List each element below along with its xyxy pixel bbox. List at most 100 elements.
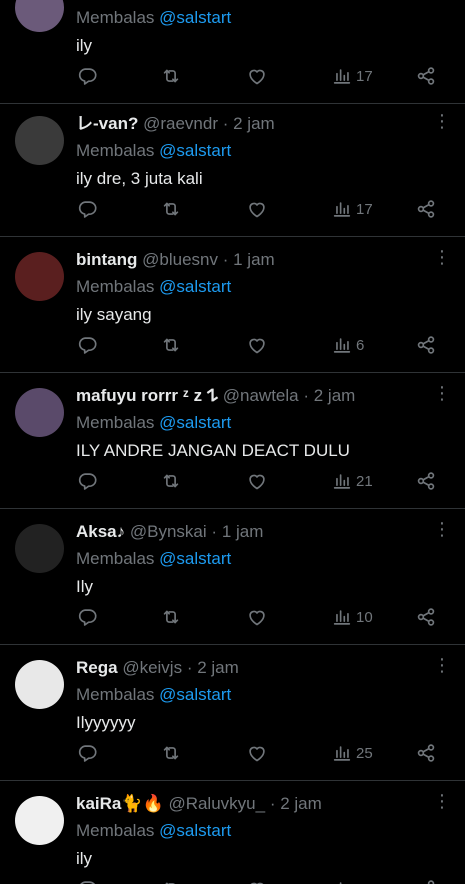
share-icon[interactable] (415, 605, 437, 629)
replying-to: Membalas @salstart (76, 685, 231, 705)
tweet-header: mafuyu rorrr ᶻ z 𐰁 @nawtela · 2 jam (76, 385, 425, 407)
separator-dot: · (222, 250, 229, 269)
views-button[interactable]: 17 (331, 197, 373, 221)
mention-link[interactable]: @salstart (159, 549, 231, 568)
replying-to: Membalas @salstart (76, 413, 231, 433)
avatar[interactable] (15, 116, 64, 165)
reply-tweet[interactable]: レ-van? @raevndr · 2 jam ⋮ Membalas @salsta… (0, 101, 465, 237)
mention-link[interactable]: @salstart (159, 277, 231, 296)
retweet-icon[interactable] (160, 877, 182, 884)
tweet-text: ily sayang (76, 305, 152, 324)
timestamp[interactable]: 2 jam (280, 794, 322, 813)
more-icon[interactable]: ⋮ (433, 247, 451, 267)
mention-link[interactable]: @salstart (159, 8, 231, 27)
replying-to: Membalas @salstart (76, 141, 231, 161)
mention-link[interactable]: @salstart (159, 821, 231, 840)
avatar[interactable] (15, 660, 64, 709)
separator-dot: · (269, 794, 276, 813)
more-icon[interactable]: ⋮ (433, 519, 451, 539)
avatar[interactable] (15, 388, 64, 437)
more-icon[interactable]: ⋮ (433, 383, 451, 403)
views-count: 17 (356, 67, 373, 85)
views-button[interactable]: 21 (331, 469, 373, 493)
share-icon[interactable] (415, 877, 437, 884)
more-icon[interactable]: ⋮ (433, 111, 451, 131)
share-icon[interactable] (415, 741, 437, 765)
replying-to: Membalas @salstart (76, 277, 231, 297)
avatar[interactable] (15, 524, 64, 573)
author-name[interactable]: Aksa♪ (76, 522, 125, 541)
mention-link[interactable]: @salstart (159, 413, 231, 432)
views-icon (331, 470, 353, 492)
avatar[interactable] (15, 252, 64, 301)
timestamp[interactable]: 1 jam (233, 250, 275, 269)
tweet-text: ILY ANDRE JANGAN DEACT DULU (76, 441, 350, 460)
comment-icon[interactable] (76, 877, 98, 884)
heart-icon[interactable] (246, 877, 268, 884)
retweet-icon[interactable] (160, 605, 182, 629)
heart-icon[interactable] (246, 64, 268, 88)
author-handle[interactable]: @keivjs (122, 658, 182, 677)
heart-icon[interactable] (246, 605, 268, 629)
timestamp[interactable]: 2 jam (233, 114, 275, 133)
author-name[interactable]: Rega (76, 658, 118, 677)
author-name[interactable]: レ-van? (76, 114, 138, 133)
heart-icon[interactable] (246, 741, 268, 765)
tweet-header: kaiRa🐈🔥 @Raluvkyu_ · 2 jam (76, 793, 425, 815)
comment-icon[interactable] (76, 741, 98, 765)
author-handle[interactable]: @raevndr (143, 114, 218, 133)
author-name[interactable]: mafuyu rorrr ᶻ z 𐰁 (76, 386, 218, 405)
reply-tweet[interactable]: mafuyu rorrr ᶻ z 𐰁 @nawtela · 2 jam ⋮ Memb… (0, 373, 465, 509)
views-button[interactable]: 17 (331, 64, 373, 88)
more-icon[interactable]: ⋮ (433, 791, 451, 811)
reply-tweet[interactable]: Rega @keivjs · 2 jam ⋮ Membalas @salstart I… (0, 645, 465, 781)
comment-icon[interactable] (76, 197, 98, 221)
views-button[interactable]: 25 (331, 741, 373, 765)
separator-dot: · (303, 386, 310, 405)
timestamp[interactable]: 2 jam (314, 386, 356, 405)
views-count: 17 (356, 200, 373, 218)
views-button[interactable]: 10 (331, 605, 373, 629)
mention-link[interactable]: @salstart (159, 685, 231, 704)
share-icon[interactable] (415, 64, 437, 88)
author-handle[interactable]: @Raluvkyu_ (168, 794, 265, 813)
author-handle[interactable]: @Bynskai (130, 522, 207, 541)
timestamp[interactable]: 2 jam (197, 658, 239, 677)
views-icon (331, 878, 353, 884)
reply-tweet[interactable]: kaiRa🐈🔥 @Raluvkyu_ · 2 jam ⋮ Membalas @sal… (0, 781, 465, 884)
avatar[interactable] (15, 0, 64, 32)
comment-icon[interactable] (76, 333, 98, 357)
retweet-icon[interactable] (160, 64, 182, 88)
mention-link[interactable]: @salstart (159, 141, 231, 160)
reply-tweet[interactable]: Aksa♪ @Bynskai · 1 jam ⋮ Membalas @salstar… (0, 509, 465, 645)
views-button[interactable] (331, 877, 356, 884)
retweet-icon[interactable] (160, 469, 182, 493)
author-name[interactable]: kaiRa🐈🔥 (76, 794, 164, 813)
reply-tweet[interactable]: Membalas @salstart ily 17 (0, 0, 465, 104)
tweet-header: レ-van? @raevndr · 2 jam (76, 113, 425, 135)
timestamp[interactable]: 1 jam (222, 522, 264, 541)
comment-icon[interactable] (76, 469, 98, 493)
avatar[interactable] (15, 796, 64, 845)
heart-icon[interactable] (246, 469, 268, 493)
retweet-icon[interactable] (160, 197, 182, 221)
share-icon[interactable] (415, 197, 437, 221)
share-icon[interactable] (415, 469, 437, 493)
heart-icon[interactable] (246, 333, 268, 357)
heart-icon[interactable] (246, 197, 268, 221)
comment-icon[interactable] (76, 605, 98, 629)
replying-to: Membalas @salstart (76, 8, 231, 28)
views-button[interactable]: 6 (331, 333, 364, 357)
reply-tweet[interactable]: bintang @bluesnv · 1 jam ⋮ Membalas @salst… (0, 237, 465, 373)
tweet-header: Rega @keivjs · 2 jam (76, 657, 425, 679)
author-handle[interactable]: @nawtela (223, 386, 299, 405)
author-handle[interactable]: @bluesnv (142, 250, 218, 269)
author-name[interactable]: bintang (76, 250, 137, 269)
retweet-icon[interactable] (160, 741, 182, 765)
more-icon[interactable]: ⋮ (433, 655, 451, 675)
replying-to: Membalas @salstart (76, 821, 231, 841)
comment-icon[interactable] (76, 64, 98, 88)
share-icon[interactable] (415, 333, 437, 357)
retweet-icon[interactable] (160, 333, 182, 357)
views-icon (331, 606, 353, 628)
